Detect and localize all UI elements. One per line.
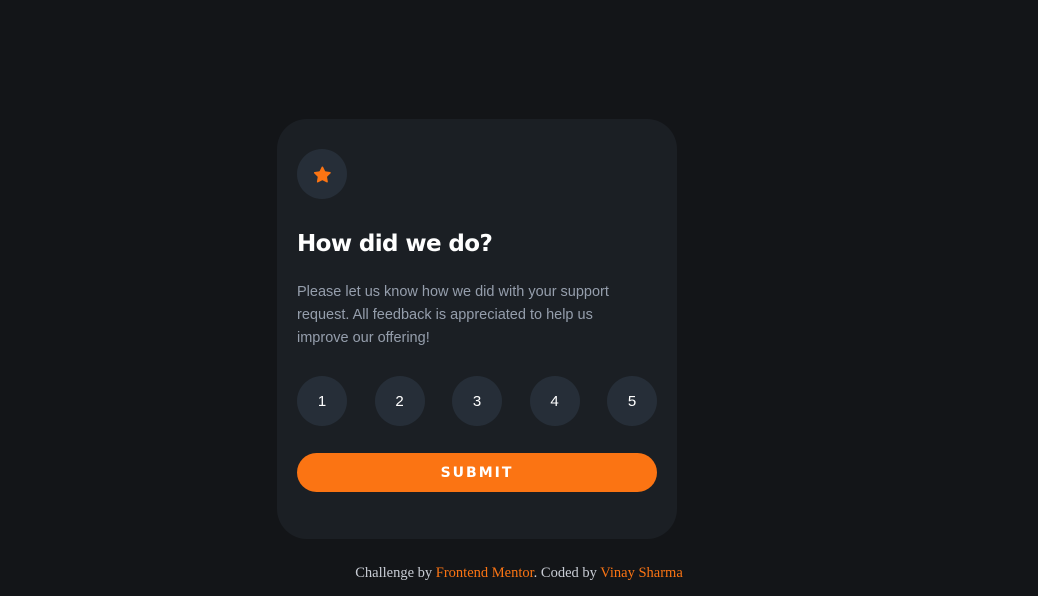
attribution-middle: . Coded by — [533, 565, 601, 581]
frontend-mentor-link[interactable]: Frontend Mentor — [436, 565, 534, 581]
rating-button-4[interactable]: 4 — [529, 376, 580, 426]
submit-button[interactable]: SUBMIT — [297, 453, 657, 492]
card-description: Please let us know how we did with your … — [297, 284, 609, 346]
attribution-prefix: Challenge by — [355, 565, 436, 581]
rating-card: How did we do? Please let us know how we… — [277, 119, 677, 539]
star-badge — [297, 149, 347, 199]
rating-button-1[interactable]: 1 — [297, 376, 347, 426]
rating-button-3[interactable]: 3 — [452, 376, 502, 426]
attribution: Challenge by Frontend Mentor. Coded by V… — [0, 565, 1038, 582]
rating-button-5[interactable]: 5 — [607, 376, 657, 426]
card-title: How did we do? — [297, 231, 493, 257]
star-icon — [313, 165, 331, 182]
rating-options: 1 2 3 4 5 — [297, 376, 657, 426]
rating-button-2[interactable]: 2 — [374, 376, 425, 426]
author-link[interactable]: Vinay Sharma — [600, 565, 682, 581]
